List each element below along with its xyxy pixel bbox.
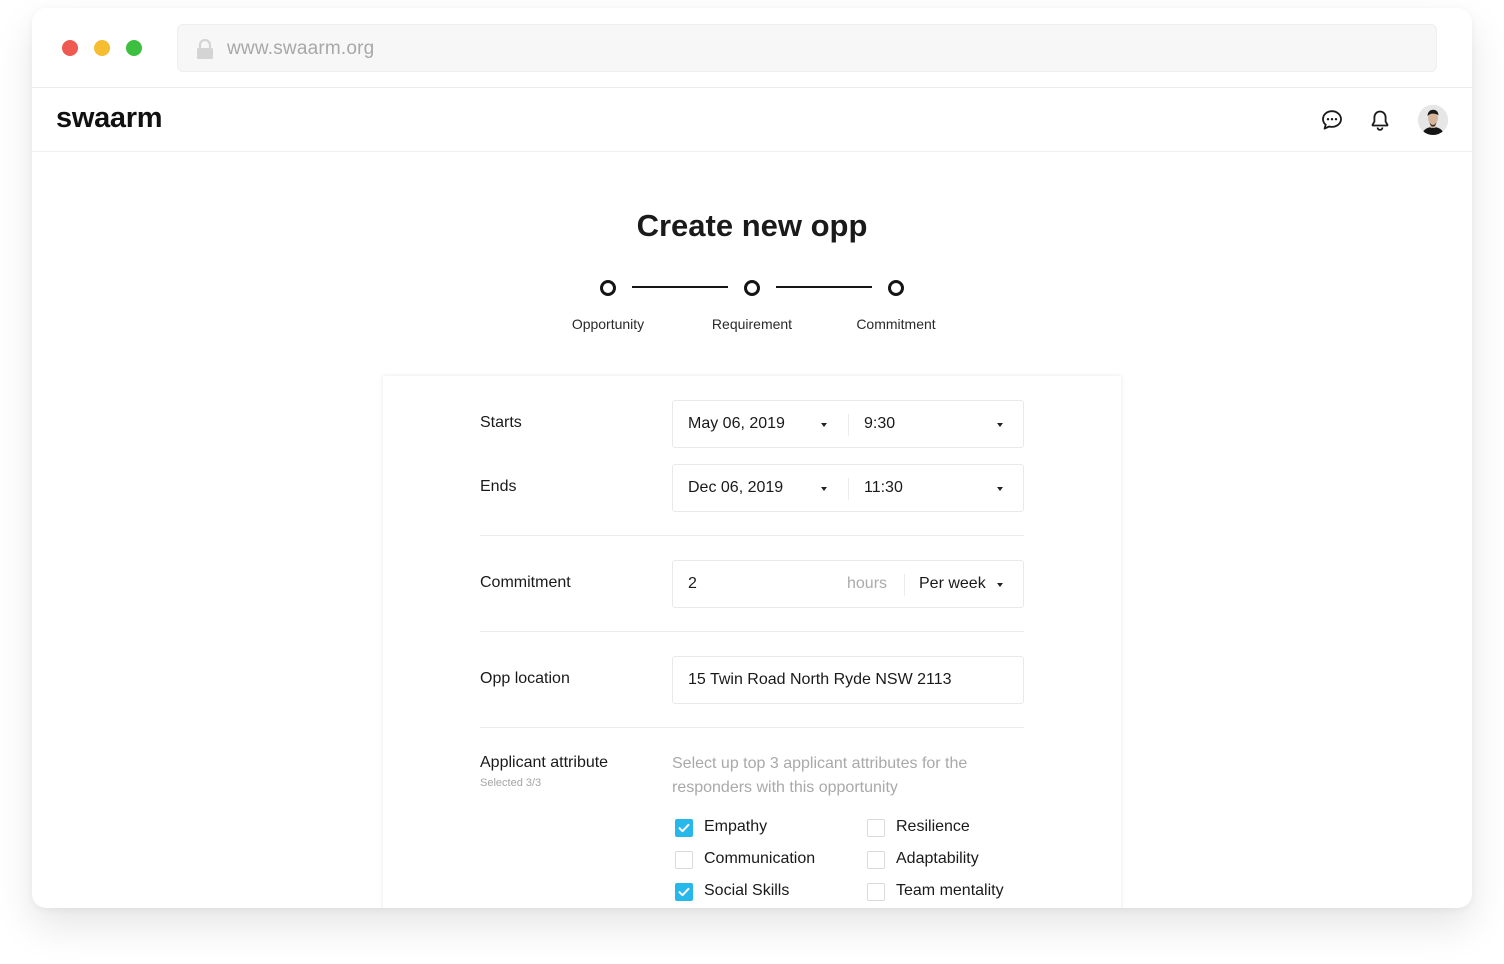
section-divider <box>480 535 1024 536</box>
swaarm-logo[interactable]: swaarm <box>56 102 163 135</box>
checkbox-social-skills[interactable] <box>675 883 693 901</box>
checkbox-label-resilience[interactable]: Resilience <box>896 818 970 836</box>
checkbox-label-adaptability[interactable]: Adaptability <box>896 850 979 868</box>
section-divider <box>480 631 1024 632</box>
chevron-down-icon <box>821 423 827 427</box>
location-value: 15 Twin Road North Ryde NSW 2113 <box>688 671 952 688</box>
checkmark-icon <box>678 887 690 897</box>
starts-label: Starts <box>480 414 522 431</box>
section-divider <box>480 727 1024 728</box>
checkbox-label-empathy[interactable]: Empathy <box>704 818 767 836</box>
commitment-hours-value: 2 <box>688 575 697 592</box>
starts-time-value: 9:30 <box>864 415 896 432</box>
checkbox-empathy[interactable] <box>675 819 693 837</box>
address-bar[interactable]: www.swaarm.org <box>177 24 1437 72</box>
step-requirement-indicator[interactable] <box>744 280 760 296</box>
step-opportunity-indicator[interactable] <box>600 280 616 296</box>
step-label-opportunity[interactable]: Opportunity <box>528 316 688 332</box>
attributes-label: Applicant attribute <box>480 754 609 771</box>
step-connector <box>632 286 728 288</box>
ends-field: Dec 06, 2019 11:30 <box>672 464 1024 512</box>
commitment-period-select[interactable]: Per week <box>905 561 1023 607</box>
step-connector <box>776 286 872 288</box>
starts-time-select[interactable]: 9:30 <box>849 401 1023 447</box>
chat-bubble-icon[interactable] <box>1320 108 1344 132</box>
url-text: www.swaarm.org <box>227 38 375 59</box>
page-title: Create new opp <box>636 208 868 243</box>
commitment-period-value: Per week <box>919 575 986 592</box>
step-commitment-indicator[interactable] <box>888 280 904 296</box>
step-label-commitment[interactable]: Commitment <box>816 316 976 332</box>
ends-date-select[interactable]: Dec 06, 2019 <box>673 465 848 511</box>
chevron-down-icon <box>997 423 1003 427</box>
zoom-window-button[interactable] <box>126 40 142 56</box>
step-label-requirement[interactable]: Requirement <box>672 316 832 332</box>
checkbox-communication[interactable] <box>675 851 693 869</box>
checkbox-team-mentality[interactable] <box>867 883 885 901</box>
checkbox-label-team-mentality[interactable]: Team mentality <box>896 882 1004 900</box>
ends-time-value: 11:30 <box>864 479 903 496</box>
user-photo-icon <box>1418 105 1448 135</box>
ends-time-select[interactable]: 11:30 <box>849 465 1023 511</box>
checkbox-label-social-skills[interactable]: Social Skills <box>704 882 789 900</box>
chevron-down-icon <box>821 487 827 491</box>
checkbox-resilience[interactable] <box>867 819 885 837</box>
checkbox-adaptability[interactable] <box>867 851 885 869</box>
lock-icon <box>197 39 213 59</box>
checkbox-label-communication[interactable]: Communication <box>704 850 815 868</box>
commitment-label: Commitment <box>480 574 571 591</box>
starts-field: May 06, 2019 9:30 <box>672 400 1024 448</box>
checkmark-icon <box>678 823 690 833</box>
location-label: Opp location <box>480 670 570 687</box>
app-header: swaarm <box>32 88 1472 152</box>
browser-window: www.swaarm.org swaarm Create new opp Opp… <box>32 8 1472 908</box>
avatar[interactable] <box>1418 105 1448 135</box>
close-window-button[interactable] <box>62 40 78 56</box>
commitment-field: 2 hours Per week <box>672 560 1024 608</box>
chevron-down-icon <box>997 487 1003 491</box>
hours-unit-label: hours <box>847 575 888 592</box>
ends-date-value: Dec 06, 2019 <box>688 479 784 496</box>
attributes-selected-count: Selected 3/3 <box>480 777 542 789</box>
location-input[interactable]: 15 Twin Road North Ryde NSW 2113 <box>672 656 1024 704</box>
browser-chrome: www.swaarm.org <box>32 8 1472 88</box>
starts-date-select[interactable]: May 06, 2019 <box>673 401 848 447</box>
bell-icon[interactable] <box>1368 108 1392 132</box>
ends-label: Ends <box>480 478 517 495</box>
attributes-hint: Select up top 3 applicant attributes for… <box>672 755 968 796</box>
starts-date-value: May 06, 2019 <box>688 415 785 432</box>
chevron-down-icon <box>997 583 1003 587</box>
minimize-window-button[interactable] <box>94 40 110 56</box>
commitment-hours-input[interactable]: 2 hours <box>673 561 904 607</box>
